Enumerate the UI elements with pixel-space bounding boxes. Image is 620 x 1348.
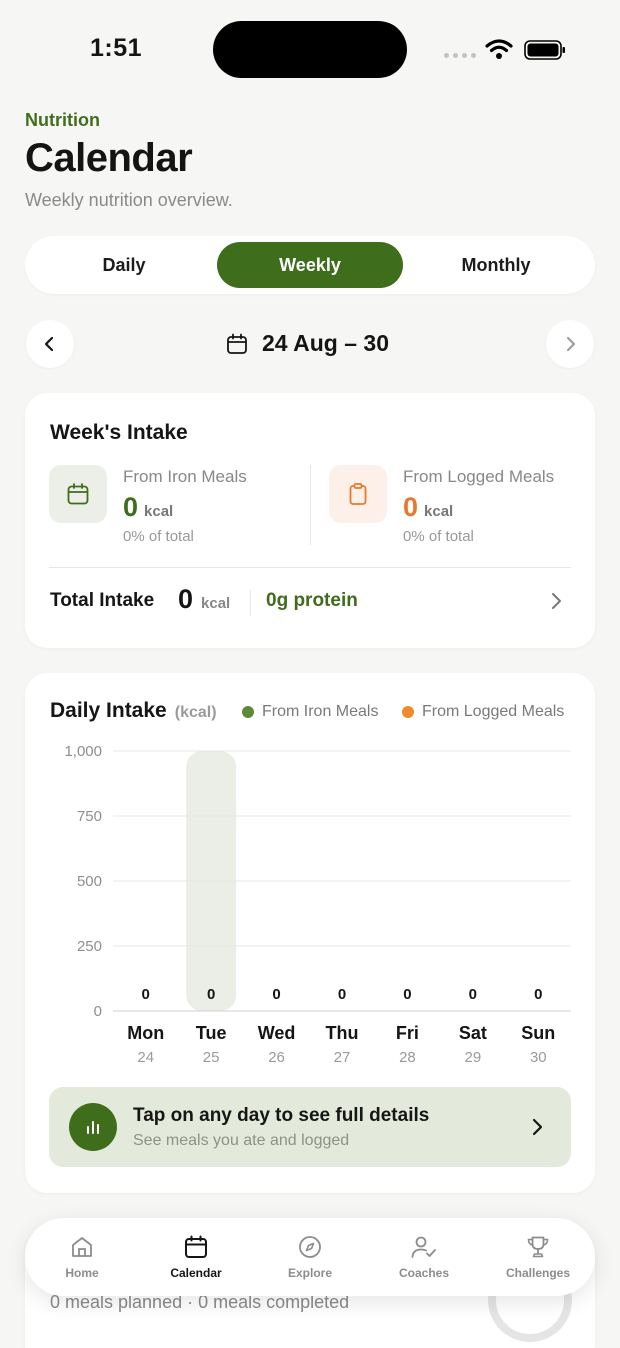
total-intake-row[interactable]: Total Intake 0 kcal 0g protein bbox=[25, 568, 595, 648]
tab-calendar[interactable]: Calendar bbox=[139, 1218, 253, 1296]
coach-icon bbox=[411, 1236, 436, 1258]
y-tick-label: 250 bbox=[77, 938, 102, 955]
x-tick-date: 25 bbox=[203, 1049, 220, 1066]
tab-weekly[interactable]: Weekly bbox=[217, 242, 403, 288]
y-tick-label: 750 bbox=[77, 808, 102, 825]
chevron-left-icon bbox=[44, 336, 54, 352]
tab-explore[interactable]: Explore bbox=[253, 1218, 367, 1296]
tab-monthly[interactable]: Monthly bbox=[403, 242, 589, 288]
tab-label: Explore bbox=[287, 1266, 332, 1280]
x-tick-date: 27 bbox=[334, 1049, 351, 1066]
x-tick-date: 26 bbox=[268, 1049, 285, 1066]
clipboard-icon bbox=[349, 483, 367, 505]
data-label: 0 bbox=[272, 986, 280, 1003]
tab-label: Home bbox=[65, 1266, 99, 1280]
x-tick-label: Mon bbox=[127, 1023, 164, 1043]
compass-icon bbox=[299, 1236, 321, 1258]
x-tick-label: Wed bbox=[258, 1023, 296, 1043]
logged-meals-percent: 0% of total bbox=[403, 528, 474, 545]
total-intake-unit: kcal bbox=[201, 595, 231, 612]
total-intake-value: 0 bbox=[178, 584, 194, 614]
page-subtitle: Weekly nutrition overview. bbox=[25, 190, 233, 210]
bar-chart-icon bbox=[69, 1103, 117, 1151]
data-label: 0 bbox=[142, 986, 150, 1003]
logged-meals-value-row: 0 kcal bbox=[403, 492, 453, 523]
total-protein: 0g protein bbox=[266, 590, 358, 611]
day-details-banner[interactable]: Tap on any day to see full details See m… bbox=[49, 1087, 571, 1167]
weeks-intake-card: Week's Intake From Iron Meals 0 kcal 0% … bbox=[25, 393, 595, 648]
battery-icon bbox=[524, 40, 565, 60]
iron-meals-unit: kcal bbox=[144, 503, 174, 520]
signal-icon bbox=[444, 53, 476, 58]
chevron-right-icon bbox=[532, 1118, 543, 1136]
iron-meals-value-row: 0 kcal bbox=[123, 492, 173, 523]
logged-meals-tile bbox=[329, 465, 387, 523]
divider bbox=[250, 590, 251, 616]
data-label: 0 bbox=[207, 986, 215, 1003]
dynamic-island bbox=[213, 21, 407, 78]
tab-daily[interactable]: Daily bbox=[31, 242, 217, 288]
y-tick-label: 0 bbox=[94, 1003, 102, 1020]
calendar-icon bbox=[67, 483, 89, 505]
total-intake-value-row: 0 kcal bbox=[178, 584, 230, 615]
banner-subtitle: See meals you ate and logged bbox=[133, 1132, 350, 1149]
view-toggle: Daily Weekly Monthly bbox=[25, 236, 595, 294]
trophy-icon bbox=[527, 1236, 549, 1258]
divider bbox=[310, 465, 311, 545]
wifi-icon bbox=[485, 39, 513, 59]
x-tick-date: 29 bbox=[465, 1049, 482, 1066]
banner-title: Tap on any day to see full details bbox=[133, 1105, 430, 1126]
x-tick-label: Fri bbox=[396, 1023, 419, 1043]
logged-meals-label: From Logged Meals bbox=[403, 467, 555, 486]
logged-meals-value: 0 bbox=[403, 492, 419, 522]
section-eyebrow: Nutrition bbox=[25, 110, 100, 130]
x-tick-label: Thu bbox=[326, 1023, 359, 1043]
logged-meals-unit: kcal bbox=[424, 503, 454, 520]
x-tick-date: 24 bbox=[137, 1049, 154, 1066]
tab-label: Calendar bbox=[170, 1266, 222, 1280]
status-time: 1:51 bbox=[90, 34, 143, 62]
x-tick-label: Sat bbox=[459, 1023, 487, 1043]
week-range: 24 Aug – 30 bbox=[226, 330, 389, 357]
tab-label: Challenges bbox=[505, 1266, 571, 1280]
total-intake-label: Total Intake bbox=[50, 590, 155, 611]
data-label: 0 bbox=[534, 986, 542, 1003]
tab-label: Coaches bbox=[398, 1266, 450, 1280]
tab-home[interactable]: Home bbox=[25, 1218, 139, 1296]
iron-meals-tile bbox=[49, 465, 107, 523]
daily-intake-card: Daily Intake (kcal) From Iron Meals From… bbox=[25, 673, 595, 1193]
data-label: 0 bbox=[469, 986, 477, 1003]
previous-week-button[interactable] bbox=[26, 320, 74, 368]
calendar-icon bbox=[227, 333, 247, 354]
x-tick-date: 30 bbox=[530, 1049, 547, 1066]
y-tick-label: 1,000 bbox=[64, 743, 102, 760]
tab-challenges[interactable]: Challenges bbox=[481, 1218, 595, 1296]
bottom-tab-bar: Home Calendar Explore Coaches Challenges bbox=[25, 1218, 595, 1296]
chevron-right-icon bbox=[552, 593, 561, 609]
data-label: 0 bbox=[338, 986, 346, 1003]
daily-intake-chart: 1,00075050025000Mon240Tue250Wed260Thu270… bbox=[64, 743, 571, 1066]
chevron-right-icon bbox=[567, 337, 575, 351]
iron-meals-percent: 0% of total bbox=[123, 528, 194, 545]
page-title: Calendar bbox=[25, 136, 193, 180]
data-label: 0 bbox=[403, 986, 411, 1003]
week-range-label: 24 Aug – 30 bbox=[262, 330, 389, 356]
iron-meals-label: From Iron Meals bbox=[123, 467, 247, 486]
calendar-icon bbox=[185, 1235, 207, 1258]
x-tick-label: Tue bbox=[196, 1023, 227, 1043]
iron-meals-value: 0 bbox=[123, 492, 139, 522]
x-tick-date: 28 bbox=[399, 1049, 416, 1066]
next-week-button[interactable] bbox=[546, 320, 594, 368]
weeks-intake-title: Week's Intake bbox=[50, 421, 188, 444]
home-icon bbox=[72, 1237, 92, 1257]
tab-coaches[interactable]: Coaches bbox=[367, 1218, 481, 1296]
y-tick-label: 500 bbox=[77, 873, 102, 890]
x-tick-label: Sun bbox=[521, 1023, 555, 1043]
